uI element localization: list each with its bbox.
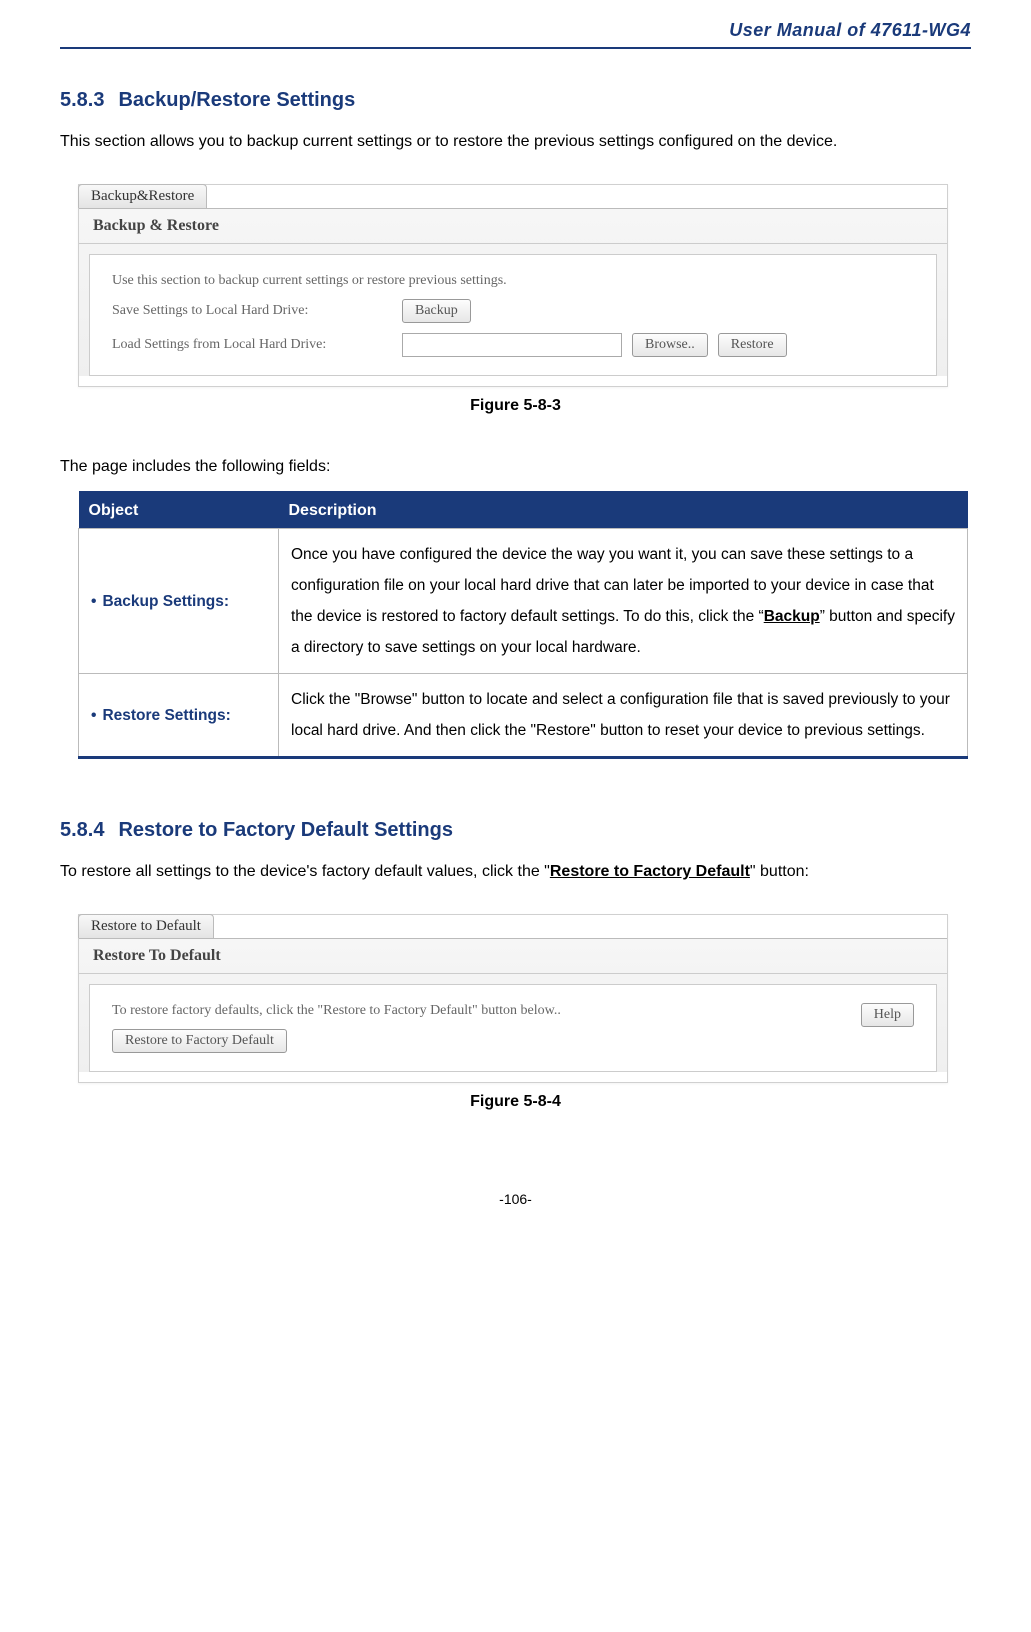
- row1-desc: Click the "Browse" button to locate and …: [279, 674, 968, 758]
- section-584-intro: To restore all settings to the device's …: [60, 860, 971, 884]
- panel1-tab[interactable]: Backup&Restore: [78, 184, 207, 208]
- help-button[interactable]: Help: [861, 1003, 914, 1027]
- panel2-tab[interactable]: Restore to Default: [78, 914, 214, 938]
- row1-object: Restore Settings:: [102, 707, 230, 724]
- section-584-title: Restore to Factory Default Settings: [118, 819, 453, 841]
- load-settings-path-input[interactable]: [402, 333, 622, 357]
- fields-table: Object Description •Backup Settings: Onc…: [78, 491, 968, 759]
- panel1-desc: Use this section to backup current setti…: [112, 273, 914, 289]
- section-583-number: 5.8.3: [60, 89, 104, 111]
- figure-584-caption: Figure 5-8-4: [60, 1093, 971, 1111]
- row0-object: Backup Settings:: [102, 593, 229, 610]
- section-583-heading: 5.8.3 Backup/Restore Settings: [60, 89, 971, 112]
- restore-button[interactable]: Restore: [718, 333, 787, 357]
- fields-intro: The page includes the following fields:: [60, 455, 971, 479]
- table-row: •Backup Settings: Once you have configur…: [79, 529, 968, 674]
- browse-button[interactable]: Browse..: [632, 333, 708, 357]
- table-row: •Restore Settings: Click the "Browse" bu…: [79, 674, 968, 758]
- figure-583-caption: Figure 5-8-3: [60, 397, 971, 415]
- load-settings-label: Load Settings from Local Hard Drive:: [112, 337, 392, 353]
- section-584-number: 5.8.4: [60, 819, 104, 841]
- section-584-heading: 5.8.4 Restore to Factory Default Settings: [60, 819, 971, 842]
- panel2-desc: To restore factory defaults, click the "…: [112, 1003, 914, 1019]
- th-description: Description: [279, 493, 968, 529]
- backup-button[interactable]: Backup: [402, 299, 471, 323]
- panel2-title: Restore To Default: [79, 939, 947, 974]
- row0-desc: Once you have configured the device the …: [279, 529, 968, 674]
- section-583-title: Backup/Restore Settings: [118, 89, 355, 111]
- panel1-title: Backup & Restore: [79, 209, 947, 244]
- section-583-intro: This section allows you to backup curren…: [60, 130, 971, 154]
- page-number: -106-: [60, 1191, 971, 1207]
- backup-restore-panel: Backup&Restore Backup & Restore Use this…: [78, 184, 948, 387]
- restore-default-panel: Restore to Default Restore To Default He…: [78, 914, 948, 1083]
- manual-header: User Manual of 47611-WG4: [60, 20, 971, 49]
- save-settings-label: Save Settings to Local Hard Drive:: [112, 303, 392, 319]
- restore-factory-default-button[interactable]: Restore to Factory Default: [112, 1029, 287, 1053]
- th-object: Object: [79, 493, 279, 529]
